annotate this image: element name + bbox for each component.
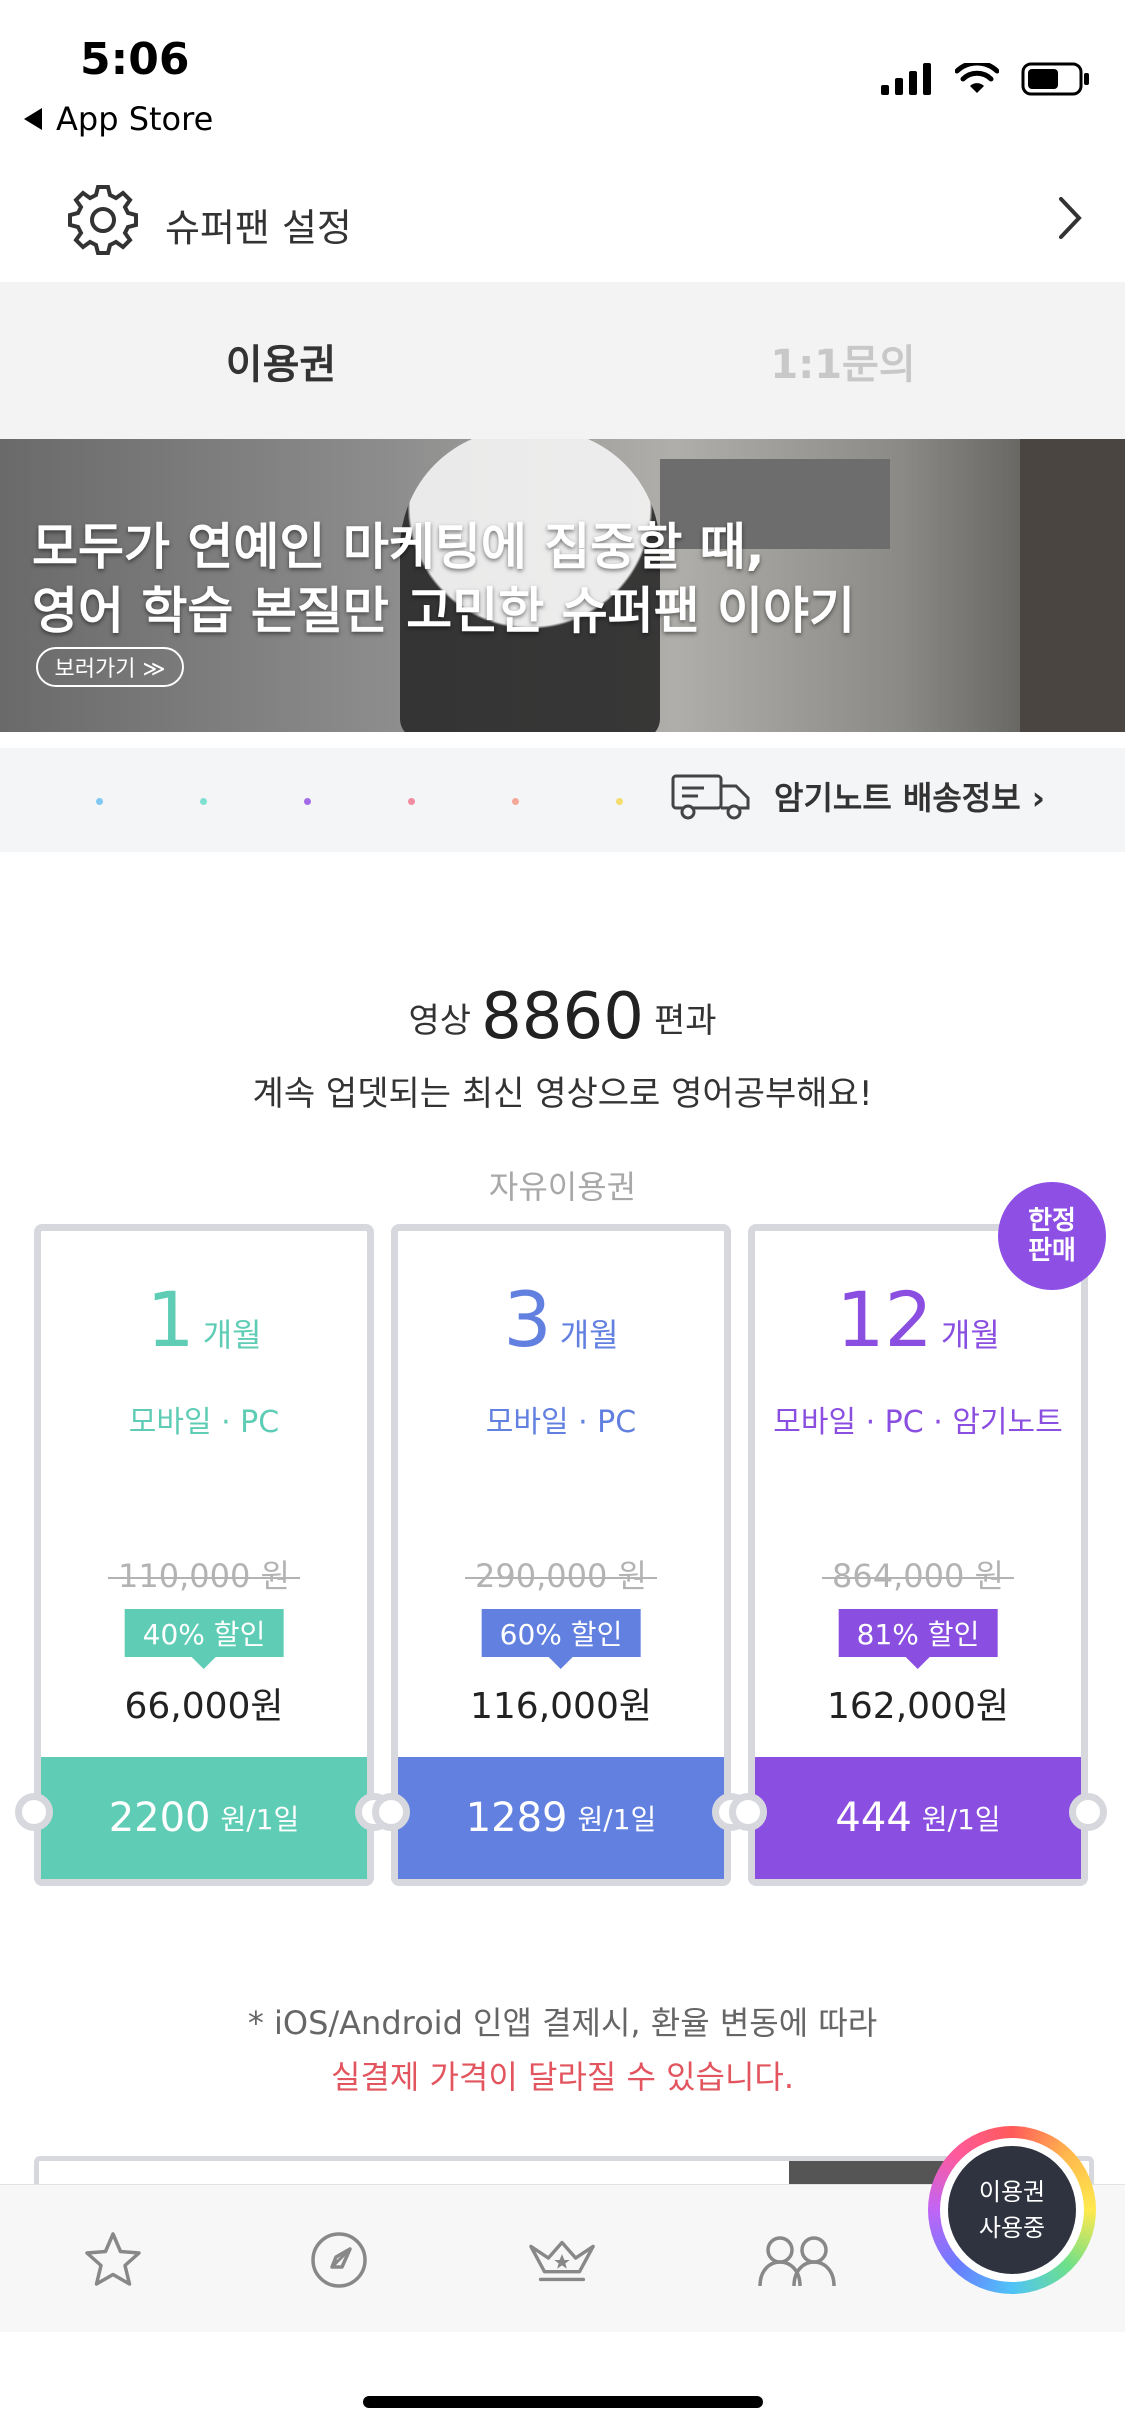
wifi-icon: [955, 63, 999, 93]
carousel-dot[interactable]: [96, 798, 103, 805]
plan-months-unit: 개월: [559, 1316, 619, 1354]
plan-discount-badge: 60% 할인: [481, 1609, 641, 1669]
back-arrow-icon: [24, 108, 42, 130]
settings-label: 슈퍼팬 설정: [165, 206, 352, 250]
plan-platforms: 모바일 · PC · 암기노트: [773, 1405, 1063, 1440]
plan-daily-amount: 444: [835, 1795, 912, 1841]
plan-daily-amount: 1289: [465, 1795, 568, 1841]
carousel-bar: 암기노트 배송정보 ›: [0, 748, 1125, 852]
plan-original-price: 290,000 원: [398, 1551, 724, 1597]
plan-months-unit: 개월: [940, 1316, 1000, 1354]
pass-in-use-core: 이용권 사용중: [948, 2146, 1076, 2274]
plan-platforms: 모바일 · PC: [128, 1405, 280, 1440]
plan-card-12-month[interactable]: 12 개월 모바일 · PC · 암기노트 864,000 원 81% 할인 16…: [729, 1224, 1107, 1886]
limited-sale-badge: 한정 판매: [998, 1182, 1106, 1290]
plan-original-price: 864,000 원: [755, 1551, 1081, 1597]
ticket-notch: [729, 1793, 767, 1831]
carousel-dot[interactable]: [304, 798, 311, 805]
plan-months: 12: [836, 1275, 933, 1364]
tab-pass[interactable]: 이용권: [0, 282, 562, 439]
headline: 영상 8860 편과 계속 업뎃되는 최신 영상으로 영어공부해요!: [0, 980, 1125, 1115]
plan-original-price-text: 110,000 원: [118, 1557, 290, 1595]
plan-original-price-text: 864,000 원: [832, 1557, 1004, 1595]
plan-daily-unit: 원/1일: [220, 1803, 300, 1836]
nav-premium[interactable]: [527, 2225, 597, 2295]
nav-explore[interactable]: [304, 2225, 374, 2295]
plan-card-3-month[interactable]: 3 개월 모바일 · PC 290,000 원 60% 할인 116,000원 1…: [372, 1224, 750, 1886]
battery-icon: [1021, 62, 1089, 96]
carousel-dot[interactable]: [512, 798, 519, 805]
plan-platforms: 모바일 · PC: [485, 1405, 637, 1440]
plan-months: 1: [146, 1275, 195, 1364]
headline-suffix: 편과: [653, 1001, 717, 1041]
plan-daily-unit: 원/1일: [577, 1803, 657, 1836]
plan-discount-badge: 40% 할인: [124, 1609, 284, 1669]
ticket-notch: [372, 1793, 410, 1831]
carousel-dot[interactable]: [616, 798, 623, 805]
nav-favorites[interactable]: [78, 2225, 148, 2295]
carousel-dot[interactable]: [200, 798, 207, 805]
crown-icon: [529, 2240, 595, 2282]
plan-months: 3: [503, 1275, 552, 1364]
status-time: 5:06: [80, 34, 190, 85]
plan-daily-price: 2200 원/1일: [41, 1757, 367, 1879]
pass-in-use-line2: 사용중: [978, 2214, 1046, 2242]
delivery-info-label: 암기노트 배송정보 ›: [774, 779, 1045, 817]
plan-original-price-text: 290,000 원: [475, 1557, 647, 1595]
pass-in-use-inner: 이용권 사용중: [940, 2138, 1084, 2282]
plan-original-price: 110,000 원: [41, 1551, 367, 1597]
settings-row[interactable]: 슈퍼팬 설정: [0, 165, 1125, 282]
banner-view-button[interactable]: 보러가기 ≫: [36, 647, 184, 687]
video-count: 8860: [481, 980, 644, 1054]
headline-prefix: 영상: [408, 1001, 472, 1041]
tab-inquiry[interactable]: 1:1문의: [562, 282, 1124, 439]
payment-note-line1: * iOS/Android 인앱 결제시, 환율 변동에 따라: [247, 2004, 878, 2042]
banner-door-image: [1020, 439, 1125, 732]
plan-duration: 12 개월: [755, 1275, 1081, 1364]
back-app-label: App Store: [56, 100, 214, 138]
plan-daily-amount: 2200: [108, 1795, 211, 1841]
carousel-dot[interactable]: [408, 798, 415, 805]
signal-icon: [881, 63, 931, 95]
headline-line2: 계속 업뎃되는 최신 영상으로 영어공부해요!: [252, 1074, 873, 1114]
status-icons: [881, 62, 1091, 96]
headline-line1: 영상 8860 편과: [0, 980, 1125, 1054]
chevron-right-icon: [1059, 197, 1082, 239]
people-icon: [758, 2236, 836, 2287]
back-to-app-store[interactable]: App Store: [24, 100, 213, 138]
limited-sale-line2: 판매: [1028, 1236, 1076, 1266]
plan-discount-badge: 81% 할인: [838, 1609, 998, 1669]
plan-duration: 1 개월: [41, 1275, 367, 1364]
truck-icon: [671, 774, 750, 820]
plan-daily-price: 1289 원/1일: [398, 1757, 724, 1879]
ticket-notch: [15, 1793, 53, 1831]
gear-icon: [68, 185, 138, 255]
promo-banner[interactable]: 모두가 연예인 마케팅에 집중할 때, 영어 학습 본질만 고민한 슈퍼팬 이야…: [0, 439, 1125, 732]
plan-price: 116,000원: [470, 1686, 652, 1727]
home-indicator: [363, 2396, 763, 2408]
pass-in-use-line1: 이용권: [978, 2178, 1046, 2206]
plan-daily-price: 444 원/1일: [755, 1757, 1081, 1879]
star-icon: [85, 2232, 141, 2286]
plan-price: 66,000원: [124, 1686, 284, 1727]
ticket-notch: [1069, 1793, 1107, 1831]
plan-months-unit: 개월: [202, 1316, 262, 1354]
compass-icon: [311, 2232, 367, 2288]
banner-title-line2: 영어 학습 본질만 고민한 슈퍼팬 이야기: [32, 582, 856, 640]
plan-card-1-month[interactable]: 1 개월 모바일 · PC 110,000 원 40% 할인 66,000원 22…: [15, 1224, 393, 1886]
plan-daily-unit: 원/1일: [921, 1803, 1001, 1836]
tab-bar: 이용권 1:1문의: [0, 282, 1125, 439]
delivery-info-link[interactable]: 암기노트 배송정보 ›: [670, 772, 1045, 820]
plans-section-label: 자유이용권: [488, 1168, 637, 1206]
plan-price: 162,000원: [827, 1686, 1009, 1727]
banner-title-line1: 모두가 연예인 마케팅에 집중할 때,: [32, 518, 765, 576]
plan-duration: 3 개월: [398, 1275, 724, 1364]
payment-note-line2: 실결제 가격이 달라질 수 있습니다.: [330, 2058, 795, 2096]
limited-sale-line1: 한정: [1028, 1206, 1076, 1236]
nav-community[interactable]: [752, 2225, 842, 2295]
payment-note: * iOS/Android 인앱 결제시, 환율 변동에 따라 실결제 가격이 …: [0, 1998, 1125, 2098]
pass-in-use-button[interactable]: 이용권 사용중: [928, 2126, 1096, 2294]
